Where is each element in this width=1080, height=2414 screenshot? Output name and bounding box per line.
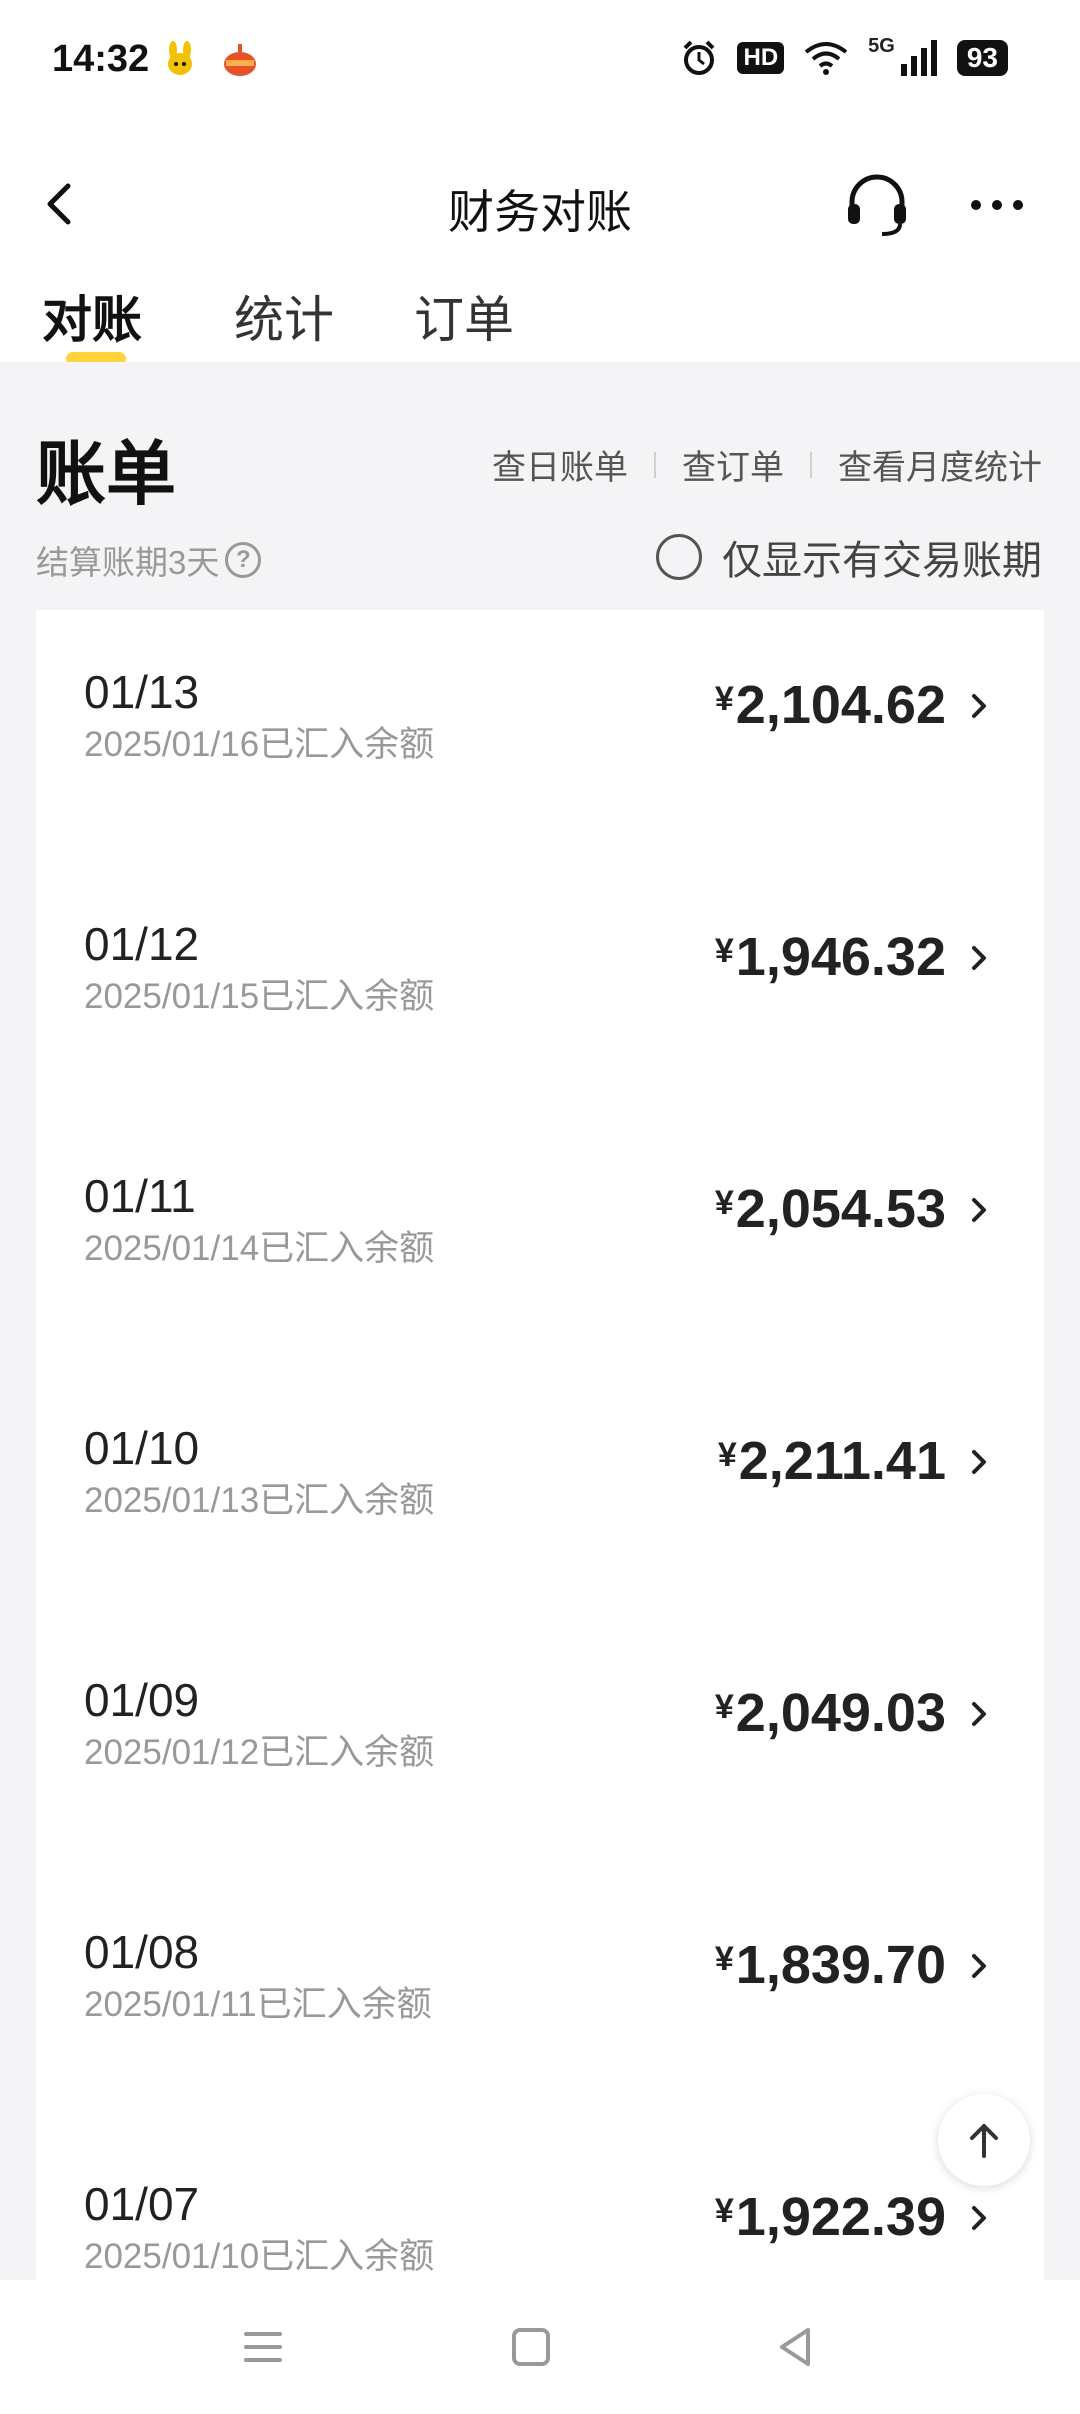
network-label: 5G — [868, 34, 895, 57]
radio-button[interactable] — [656, 534, 702, 580]
chevron-right-icon[interactable] — [964, 686, 994, 726]
bill-date: 01/10 — [84, 1422, 200, 1474]
bill-row[interactable]: 01/11 2025/01/14已汇入余额 ¥2,054.53 — [36, 1114, 1044, 1366]
app-notification-icon-2 — [224, 44, 256, 76]
currency-symbol: ¥ — [717, 1436, 737, 1474]
bill-amount: ¥1,922.39 — [715, 2186, 946, 2248]
monthly-stats-link[interactable]: 查看月度统计 — [838, 440, 1042, 489]
divider — [810, 451, 812, 478]
bill-date: 01/11 — [84, 1170, 196, 1222]
bill-amount: ¥2,049.03 — [715, 1682, 946, 1744]
chevron-right-icon[interactable] — [964, 1694, 994, 1734]
currency-symbol: ¥ — [714, 1184, 734, 1222]
bill-amount: ¥2,104.62 — [715, 674, 946, 736]
tab-statistics[interactable]: 统计 — [234, 280, 334, 352]
filter-label: 仅显示有交易账期 — [722, 539, 1042, 583]
tab-bar: 对账 统计 订单 — [0, 280, 1080, 370]
bill-date: 01/08 — [84, 1926, 200, 1978]
bill-row[interactable]: 01/10 2025/01/13已汇入余额 ¥2,211.41 — [36, 1366, 1044, 1618]
amount-value: 1,839.70 — [735, 1935, 946, 1995]
bill-amount: ¥1,839.70 — [715, 1934, 946, 1996]
bill-settlement-status: 2025/01/16已汇入余额 — [84, 725, 435, 764]
bill-settlement-status: 2025/01/13已汇入余额 — [84, 1481, 435, 1520]
page-title: 财务对账 — [448, 186, 632, 238]
currency-symbol: ¥ — [714, 1688, 734, 1726]
app-notification-icon — [168, 41, 192, 75]
transaction-filter-toggle[interactable]: 仅显示有交易账期 — [656, 528, 1042, 586]
chevron-right-icon[interactable] — [964, 1190, 994, 1230]
bill-amount: ¥2,211.41 — [718, 1430, 946, 1492]
hd-icon: HD — [737, 42, 785, 74]
status-time: 14:32 — [52, 38, 150, 80]
bill-amount: ¥2,054.53 — [715, 1178, 946, 1240]
status-notification-icons — [160, 40, 260, 80]
signal-icon — [900, 40, 937, 76]
bill-date: 01/12 — [84, 918, 200, 970]
settlement-cycle: 结算账期3天 ? — [36, 536, 262, 584]
divider — [654, 451, 656, 478]
bill-row[interactable]: 01/08 2025/01/11已汇入余额 ¥1,839.70 — [36, 1870, 1044, 2122]
bill-settlement-status: 2025/01/10已汇入余额 — [84, 2237, 435, 2276]
currency-symbol: ¥ — [714, 1940, 734, 1978]
chevron-right-icon[interactable] — [964, 1442, 994, 1482]
help-icon[interactable]: ? — [225, 542, 262, 578]
battery-icon: 93 — [956, 40, 1008, 76]
bill-row[interactable]: 01/13 2025/01/16已汇入余额 ¥2,104.62 — [36, 610, 1044, 862]
customer-service-icon[interactable] — [842, 170, 912, 240]
tab-orders[interactable]: 订单 — [414, 280, 514, 352]
back-nav-icon[interactable] — [770, 2322, 820, 2372]
bill-list: 01/13 2025/01/16已汇入余额 ¥2,104.62 01/12 2025/0… — [36, 610, 1044, 2280]
amount-value: 1,922.39 — [735, 2187, 946, 2247]
bill-row[interactable]: 01/12 2025/01/15已汇入余额 ¥1,946.32 — [36, 862, 1044, 1114]
system-nav-bar — [0, 2280, 1080, 2414]
status-bar: 14:32 HD 5G 93 — [0, 0, 1080, 130]
currency-symbol: ¥ — [714, 2192, 734, 2230]
amount-value: 2,049.03 — [735, 1683, 946, 1743]
amount-value: 2,054.53 — [735, 1179, 946, 1239]
settlement-cycle-label: 结算账期3天 — [36, 544, 220, 581]
menu-icon[interactable] — [238, 2322, 288, 2372]
amount-value: 1,946.32 — [735, 927, 946, 987]
bill-settlement-status: 2025/01/12已汇入余额 — [84, 1733, 435, 1772]
tab-reconcile[interactable]: 对账 — [42, 280, 142, 352]
bill-links: 查日账单 查订单 查看月度统计 — [492, 440, 1042, 489]
scroll-to-top-button[interactable] — [938, 2094, 1030, 2186]
status-system-icons: HD 5G 93 — [679, 34, 1008, 78]
order-lookup-link[interactable]: 查订单 — [682, 440, 784, 489]
bill-title: 账单 — [36, 435, 176, 513]
bill-settlement-status: 2025/01/14已汇入余额 — [84, 1229, 435, 1268]
currency-symbol: ¥ — [714, 932, 734, 970]
amount-value: 2,211.41 — [738, 1431, 946, 1491]
arrow-up-icon — [970, 2124, 998, 2158]
bill-row[interactable]: 01/07 2025/01/10已汇入余额 ¥1,922.39 — [36, 2122, 1044, 2280]
alarm-icon — [684, 40, 715, 75]
more-icon[interactable] — [962, 180, 1032, 230]
divider — [0, 362, 1080, 378]
bill-settlement-status: 2025/01/15已汇入余额 — [84, 977, 435, 1016]
daily-bill-link[interactable]: 查日账单 — [492, 440, 628, 489]
bill-row[interactable]: 01/09 2025/01/12已汇入余额 ¥2,049.03 — [36, 1618, 1044, 1870]
bill-date: 01/07 — [84, 2178, 200, 2230]
bill-date: 01/13 — [84, 666, 200, 718]
chevron-right-icon[interactable] — [964, 1946, 994, 1986]
home-icon[interactable] — [506, 2322, 556, 2372]
bill-amount: ¥1,946.32 — [715, 926, 946, 988]
bill-date: 01/09 — [84, 1674, 200, 1726]
chevron-right-icon[interactable] — [964, 938, 994, 978]
currency-symbol: ¥ — [714, 680, 734, 718]
amount-value: 2,104.62 — [735, 675, 946, 735]
nav-bar: 财务对账 — [0, 130, 1080, 280]
bill-settlement-status: 2025/01/11已汇入余额 — [84, 1985, 432, 2024]
chevron-right-icon[interactable] — [964, 2198, 994, 2238]
wifi-icon — [804, 42, 848, 75]
bill-header: 账单 查日账单 查订单 查看月度统计 结算账期3天 ? 仅显示有交易账期 — [0, 378, 1080, 610]
